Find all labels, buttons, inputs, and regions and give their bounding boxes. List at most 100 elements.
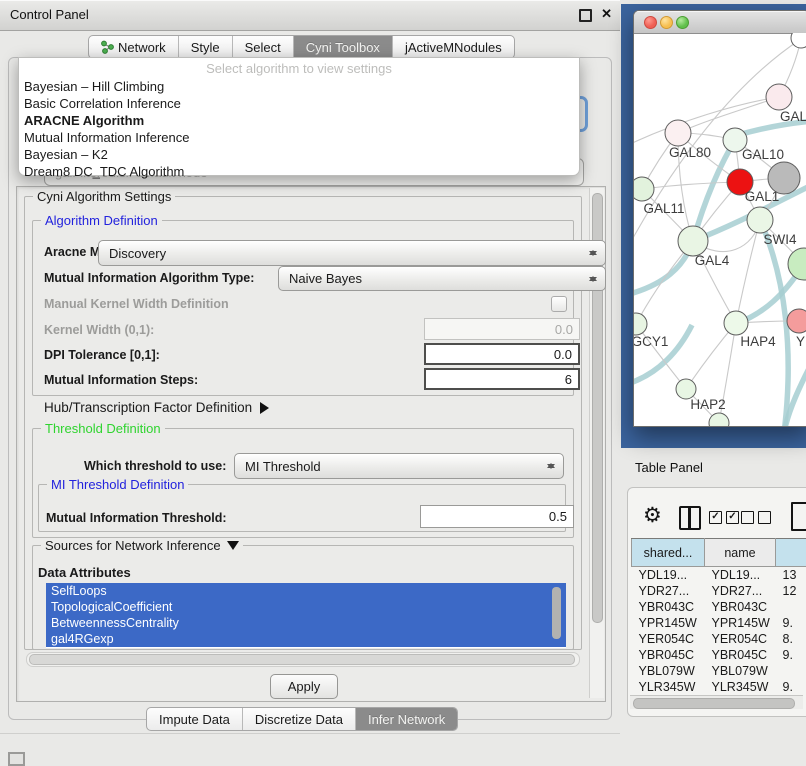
tab-impute-data[interactable]: Impute Data: [147, 708, 242, 730]
network-node[interactable]: [634, 313, 647, 335]
data-attribute-item[interactable]: SelfLoops: [46, 583, 566, 599]
tab-network[interactable]: Network: [89, 36, 178, 58]
aracne-mode-value: Discovery: [109, 246, 166, 261]
hub-definition-label: Hub/Transcription Factor Definition: [44, 400, 252, 415]
threshold-definition-title: Threshold Definition: [41, 421, 165, 436]
sources-title[interactable]: Sources for Network Inference: [41, 538, 243, 556]
dropdown-item[interactable]: Dream8 DC_TDC Algorithm: [19, 163, 579, 180]
network-node[interactable]: [787, 309, 806, 333]
table-cell: YDR27...: [632, 583, 705, 599]
tab-cyni-toolbox[interactable]: Cyni Toolbox: [293, 36, 392, 58]
new-table-icon[interactable]: [791, 502, 806, 531]
which-threshold-combobox[interactable]: MI Threshold: [234, 453, 564, 479]
network-node[interactable]: [724, 311, 748, 335]
close-traffic-light[interactable]: [644, 16, 657, 29]
tab-jactivemnodules[interactable]: jActiveMNodules: [392, 36, 514, 58]
table-cell: [776, 663, 806, 679]
scrollbar-thumb[interactable]: [633, 698, 795, 709]
table-horizontal-scrollbar[interactable]: [630, 695, 803, 709]
network-edge[interactable]: [736, 220, 760, 323]
apply-button[interactable]: Apply: [270, 674, 338, 699]
network-node[interactable]: [747, 207, 773, 233]
data-attribute-item[interactable]: BetweennessCentrality: [46, 615, 566, 631]
scrollbar-thumb[interactable]: [552, 587, 561, 639]
dropdown-item[interactable]: ARACNE Algorithm: [19, 112, 579, 129]
network-node[interactable]: [788, 248, 806, 280]
table-row[interactable]: YDR27...YDR27...12: [632, 583, 806, 599]
network-node[interactable]: [665, 120, 691, 146]
dropdown-item[interactable]: Bayesian – Hill Climbing: [19, 78, 579, 95]
dropdown-item[interactable]: Mutual Information Inference: [19, 129, 579, 146]
network-node[interactable]: [676, 379, 696, 399]
column-header[interactable]: shared...: [632, 539, 705, 567]
table-row[interactable]: YPR145WYPR145W9.: [632, 615, 806, 631]
mi-type-value: Naive Bayes: [289, 271, 362, 286]
dropdown-item[interactable]: Basic Correlation Inference: [19, 95, 579, 112]
tab-discretize-data[interactable]: Discretize Data: [242, 708, 355, 730]
tab-label: Style: [191, 40, 220, 55]
expanded-arrow-icon: [227, 541, 239, 556]
node-label: HAP4: [740, 334, 776, 349]
table-cell: YBR043C: [705, 599, 776, 615]
table-cell: 9.: [776, 647, 806, 663]
minimize-traffic-light[interactable]: [660, 16, 673, 29]
mi-steps-field[interactable]: 6: [424, 368, 580, 390]
network-node[interactable]: [791, 33, 806, 48]
columns-icon[interactable]: [679, 506, 701, 530]
tab-infer-network[interactable]: Infer Network: [355, 708, 457, 730]
table-cell: 9.: [776, 615, 806, 631]
mi-type-combobox[interactable]: Naive Bayes: [278, 266, 606, 291]
node-label: GCY1: [634, 334, 668, 349]
control-panel-titlebar: Control Panel ✕: [0, 0, 620, 31]
node-label: GAL4: [695, 253, 730, 268]
network-node[interactable]: [678, 226, 708, 256]
collapsed-arrow-icon: [260, 402, 275, 414]
table-row[interactable]: YLR345WYLR345W9.: [632, 679, 806, 695]
dropdown-item[interactable]: Bayesian – K2: [19, 146, 579, 163]
hub-definition-toggle[interactable]: Hub/Transcription Factor Definition: [44, 400, 275, 415]
aracne-mode-combobox[interactable]: Discovery: [98, 240, 606, 266]
network-node[interactable]: [766, 84, 792, 110]
network-graph-canvas[interactable]: GALGAL80GAL10GAL1GAL11SWI4GAL4GCY1HAP4YH…: [634, 33, 806, 426]
data-attributes-list[interactable]: SelfLoopsTopologicalCoefficientBetweenne…: [46, 583, 566, 648]
network-node[interactable]: [634, 177, 654, 201]
gear-icon[interactable]: ⚙︎: [643, 503, 662, 528]
table-row[interactable]: YBL079WYBL079W: [632, 663, 806, 679]
manual-kernel-checkbox[interactable]: [551, 296, 567, 312]
float-window-icon[interactable]: [579, 9, 592, 22]
network-window[interactable]: GALGAL80GAL10GAL1GAL11SWI4GAL4GCY1HAP4YH…: [633, 10, 806, 427]
network-edge[interactable]: [642, 182, 740, 189]
settings-horizontal-scrollbar[interactable]: [26, 652, 580, 667]
control-panel-title: Control Panel: [10, 7, 89, 22]
node-table[interactable]: shared...nameYDL19...YDL19...13YDR27...Y…: [631, 538, 806, 711]
zoom-traffic-light[interactable]: [676, 16, 689, 29]
cyni-algorithm-settings-title: Cyni Algorithm Settings: [33, 189, 175, 204]
node-label: Y: [796, 334, 805, 349]
deselect-all-checkboxes-icon[interactable]: [741, 511, 771, 524]
mi-threshold-field[interactable]: 0.5: [420, 505, 574, 528]
data-attribute-item[interactable]: TopologicalCoefficient: [46, 599, 566, 615]
which-threshold-value: MI Threshold: [245, 459, 321, 474]
tab-style[interactable]: Style: [178, 36, 232, 58]
tab-select[interactable]: Select: [232, 36, 293, 58]
tab-label: Select: [245, 40, 281, 55]
dpi-tolerance-field[interactable]: 0.0: [424, 343, 580, 365]
column-header[interactable]: name: [705, 539, 776, 567]
column-header[interactable]: [776, 539, 806, 567]
tab-label: Impute Data: [159, 712, 230, 727]
kernel-width-field[interactable]: 0.0: [424, 318, 580, 340]
data-attribute-item[interactable]: gal4RGexp: [46, 631, 566, 647]
network-window-titlebar[interactable]: [634, 11, 806, 34]
dock-icon[interactable]: [8, 752, 25, 766]
scrollbar-thumb[interactable]: [29, 654, 575, 665]
table-row[interactable]: YDL19...YDL19...13: [632, 567, 806, 584]
table-row[interactable]: YBR045CYBR045C9.: [632, 647, 806, 663]
stepper-arrows-icon: [547, 459, 556, 473]
network-edge-thick[interactable]: [760, 220, 788, 426]
table-cell: YLR345W: [632, 679, 705, 695]
select-all-checkboxes-icon[interactable]: ✓✓: [709, 511, 739, 524]
list-vertical-scrollbar[interactable]: [551, 585, 563, 646]
table-row[interactable]: YBR043CYBR043C: [632, 599, 806, 615]
close-icon[interactable]: ✕: [601, 6, 612, 22]
table-row[interactable]: YER054CYER054C8.: [632, 631, 806, 647]
